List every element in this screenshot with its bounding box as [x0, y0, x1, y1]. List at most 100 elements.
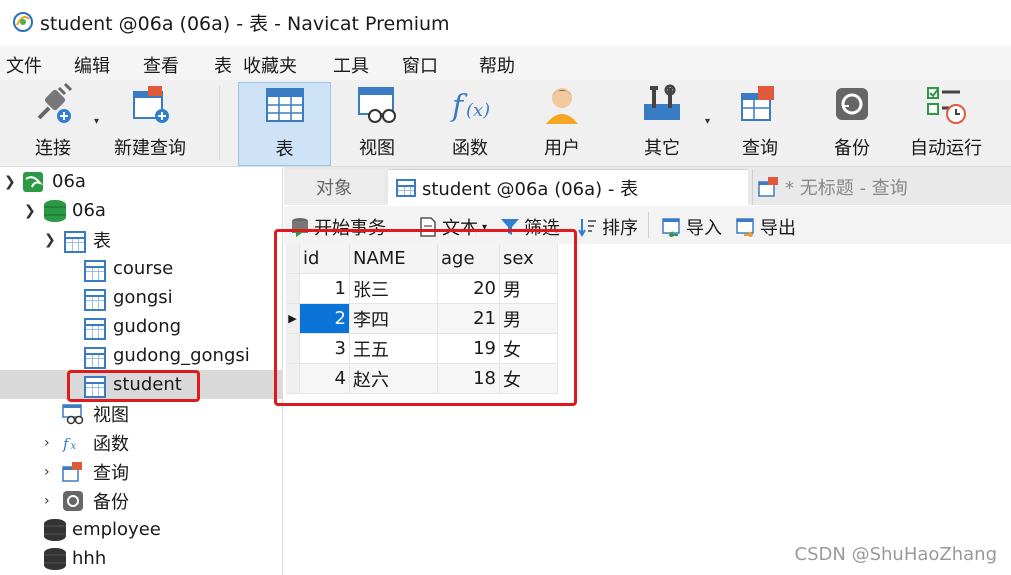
svg-text:x: x — [70, 440, 76, 451]
tab-objects[interactable]: 对象 — [284, 169, 384, 205]
query-icon — [758, 177, 778, 197]
title-bar: student @06a (06a) - 表 - Navicat Premium — [0, 0, 1011, 44]
tree-connection-06a[interactable]: ❯ 06a — [0, 167, 282, 196]
function-button[interactable]: f (x) 函数 — [428, 82, 512, 164]
connect-button[interactable]: 连接 — [14, 82, 92, 164]
query-label: 查询 — [742, 138, 778, 159]
tree-queries[interactable]: › 查询 — [0, 457, 282, 486]
import-button[interactable]: 导入 — [662, 214, 722, 240]
new-query-button[interactable]: 新建查询 — [108, 82, 192, 164]
collapsed-arrow-icon[interactable]: › — [44, 435, 50, 451]
other-label: 其它 — [644, 138, 680, 159]
view-icon — [358, 87, 396, 123]
main-toolbar: 连接 ▾ 新建查询 表 视图 f (x) 函数 用户 其它 ▾ 查询 备份 自动… — [0, 80, 1011, 167]
backups-label: 备份 — [93, 491, 129, 513]
view-icon — [62, 403, 84, 424]
svg-text:f: f — [62, 434, 71, 452]
automation-label: 自动运行 — [910, 138, 982, 159]
tree-views[interactable]: 视图 — [0, 399, 282, 428]
table-icon — [84, 289, 106, 311]
grid-highlight-box — [274, 229, 577, 406]
menu-bar: 文件 编辑 查看 表 收藏夹 工具 窗口 帮助 — [0, 46, 1011, 80]
table-button[interactable]: 表 — [238, 82, 331, 166]
tree-tables-folder[interactable]: ❯ 表 — [0, 225, 282, 254]
connect-label: 连接 — [35, 138, 71, 159]
menu-window[interactable]: 窗口 — [402, 52, 438, 78]
tab-bar: 对象 student @06a (06a) - 表 * 无标题 - 查询 — [284, 167, 1011, 206]
expand-arrow-icon[interactable]: ❯ — [24, 203, 36, 219]
new-query-label: 新建查询 — [114, 138, 186, 159]
sort-button[interactable]: 排序 — [578, 214, 638, 240]
user-button[interactable]: 用户 — [520, 82, 604, 164]
highlight-box — [67, 370, 200, 402]
table-icon — [84, 347, 106, 369]
expand-arrow-icon[interactable]: ❯ — [44, 232, 56, 248]
query-icon — [741, 86, 774, 121]
view-button[interactable]: 视图 — [334, 82, 420, 164]
import-label: 导入 — [686, 218, 722, 239]
connection-icon — [23, 171, 43, 192]
automation-button[interactable]: 自动运行 — [904, 82, 988, 164]
sort-label: 排序 — [602, 218, 638, 239]
tree-functions[interactable]: › f x 函数 — [0, 428, 282, 457]
function-label: 函数 — [452, 138, 488, 159]
tree-database-hhh[interactable]: hhh — [0, 544, 282, 573]
export-icon — [736, 218, 754, 237]
function-icon: f (x) — [450, 89, 490, 124]
other-dropdown-icon[interactable]: ▾ — [705, 116, 710, 127]
import-icon — [662, 218, 680, 237]
query-button[interactable]: 查询 — [720, 82, 800, 164]
export-button[interactable]: 导出 — [736, 214, 796, 240]
tree-table-gongsi[interactable]: gongsi — [0, 283, 282, 312]
menu-favorites[interactable]: 收藏夹 — [243, 52, 297, 78]
function-icon: f x — [62, 434, 76, 452]
tree-database-06a[interactable]: ❯ 06a — [0, 196, 282, 225]
tab-objects-label: 对象 — [316, 178, 352, 199]
tree-database-employee[interactable]: employee — [0, 515, 282, 544]
watermark: CSDN @ShuHaoZhang — [794, 544, 997, 565]
user-icon — [546, 88, 578, 124]
menu-tools[interactable]: 工具 — [333, 52, 369, 78]
tab-student-label: student @06a (06a) - 表 — [422, 179, 639, 200]
database-icon — [44, 199, 66, 222]
collapsed-arrow-icon[interactable]: › — [44, 464, 50, 480]
menu-view[interactable]: 查看 — [143, 52, 179, 78]
menu-help[interactable]: 帮助 — [479, 52, 515, 78]
toolbar-separator — [648, 212, 649, 238]
window-title: student @06a (06a) - 表 - Navicat Premium — [40, 12, 450, 35]
sort-icon — [578, 219, 596, 237]
menu-table[interactable]: 表 — [214, 52, 232, 78]
toolbar-separator — [219, 86, 220, 160]
connect-dropdown-icon[interactable]: ▾ — [94, 116, 99, 127]
database-label: employee — [72, 519, 161, 540]
functions-label: 函数 — [93, 433, 129, 455]
tree-table-course[interactable]: course — [0, 254, 282, 283]
backup-label: 备份 — [834, 138, 870, 159]
export-label: 导出 — [760, 218, 796, 239]
query-icon — [62, 461, 82, 482]
tree-table-gudong-gongsi[interactable]: gudong_gongsi — [0, 341, 282, 370]
tab-untitled-query[interactable]: * 无标题 - 查询 — [752, 169, 1011, 205]
menu-file[interactable]: 文件 — [6, 52, 42, 78]
table-label: course — [113, 258, 174, 279]
tree-table-gudong[interactable]: gudong — [0, 312, 282, 341]
database-icon — [44, 547, 66, 570]
queries-label: 查询 — [93, 462, 129, 484]
navicat-logo-icon — [13, 12, 33, 32]
tab-student-table[interactable]: student @06a (06a) - 表 — [388, 169, 748, 206]
expand-arrow-icon[interactable]: ❯ — [4, 174, 16, 190]
table-label: gongsi — [113, 287, 173, 308]
plug-icon — [37, 82, 73, 123]
table-label: gudong — [113, 316, 182, 337]
table-icon — [84, 260, 106, 282]
backup-button[interactable]: 备份 — [812, 82, 892, 164]
view-label: 视图 — [359, 138, 395, 159]
other-button[interactable]: 其它 — [620, 82, 704, 164]
database-label: 06a — [72, 200, 106, 221]
database-label: hhh — [72, 548, 107, 569]
menu-edit[interactable]: 编辑 — [74, 52, 110, 78]
tree-backups[interactable]: › 备份 — [0, 486, 282, 515]
collapsed-arrow-icon[interactable]: › — [44, 493, 50, 509]
svg-text:(x): (x) — [466, 100, 490, 121]
views-label: 视图 — [93, 404, 129, 426]
